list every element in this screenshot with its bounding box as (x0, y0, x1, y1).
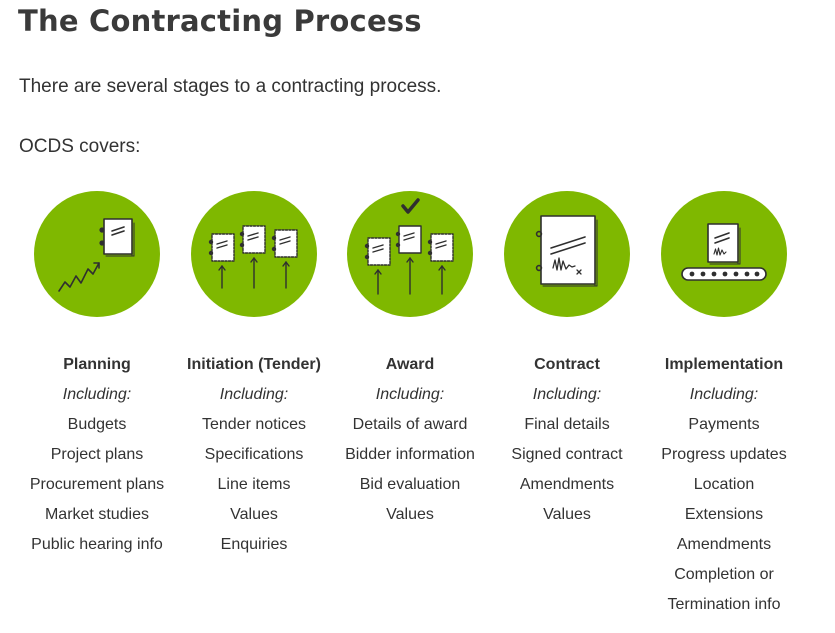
list-item: Signed contract (511, 446, 623, 463)
list-item: Project plans (50, 446, 144, 463)
list-item: Line items (217, 476, 291, 493)
list-item: Public hearing info (31, 536, 163, 553)
list-item: Specifications (204, 446, 304, 463)
page-title: The Contracting Process (18, 4, 422, 38)
list-item: Values (230, 506, 278, 523)
list-item: Progress updates (661, 446, 787, 463)
list-item: Bid evaluation (359, 476, 461, 493)
list-item: Completion or (674, 566, 774, 583)
tender-documents-arrows-icon (191, 191, 317, 317)
list-item: Final details (524, 416, 610, 433)
stage-item-list: Budgets Project plans Procurement plans … (15, 410, 179, 560)
stage-planning: Planning Including: Budgets Project plan… (15, 190, 179, 560)
stage-title: Implementation (664, 356, 784, 373)
list-item: Procurement plans (29, 476, 165, 493)
list-item: Market studies (44, 506, 150, 523)
including-label: Including: (532, 386, 602, 403)
list-item: Tender notices (201, 416, 307, 433)
stage-title: Initiation (Tender) (187, 356, 321, 373)
list-item: Values (543, 506, 591, 523)
list-item: Termination info (667, 596, 781, 613)
list-item: Payments (688, 416, 760, 433)
stage-item-list: Final details Signed contract Amendments… (485, 410, 649, 530)
conveyor-document-icon (661, 191, 787, 317)
stage-item-list: Tender notices Specifications Line items… (172, 410, 336, 560)
stage-item-list: Details of award Bidder information Bid … (328, 410, 492, 530)
list-item: Budgets (67, 416, 127, 433)
stage-tender: Initiation (Tender) Including: Tender no… (172, 190, 336, 560)
intro-text: There are several stages to a contractin… (19, 76, 442, 97)
stage-title: Planning (63, 356, 131, 373)
stage-title: Award (385, 356, 435, 373)
list-item: Enquiries (220, 536, 288, 553)
including-label: Including: (375, 386, 445, 403)
including-label: Including: (62, 386, 132, 403)
list-item: Bidder information (345, 446, 475, 463)
including-label: Including: (219, 386, 289, 403)
list-item: Details of award (352, 416, 468, 433)
list-item: Amendments (519, 476, 615, 493)
signed-contract-icon (504, 191, 630, 317)
award-document-checkmark-icon (347, 191, 473, 317)
stage-contract: Contract Including: Final details Signed… (485, 190, 649, 530)
planning-document-growth-icon (34, 191, 160, 317)
stage-title: Contract (534, 356, 600, 373)
stage-implementation: Implementation Including: Payments Progr… (642, 190, 806, 620)
list-item: Values (386, 506, 434, 523)
stage-award: Award Including: Details of award Bidder… (328, 190, 492, 530)
stage-item-list: Payments Progress updates Location Exten… (642, 410, 806, 620)
covers-label: OCDS covers: (19, 136, 141, 157)
list-item: Amendments (676, 536, 772, 553)
list-item: Location (693, 476, 755, 493)
including-label: Including: (689, 386, 759, 403)
list-item: Extensions (684, 506, 764, 523)
